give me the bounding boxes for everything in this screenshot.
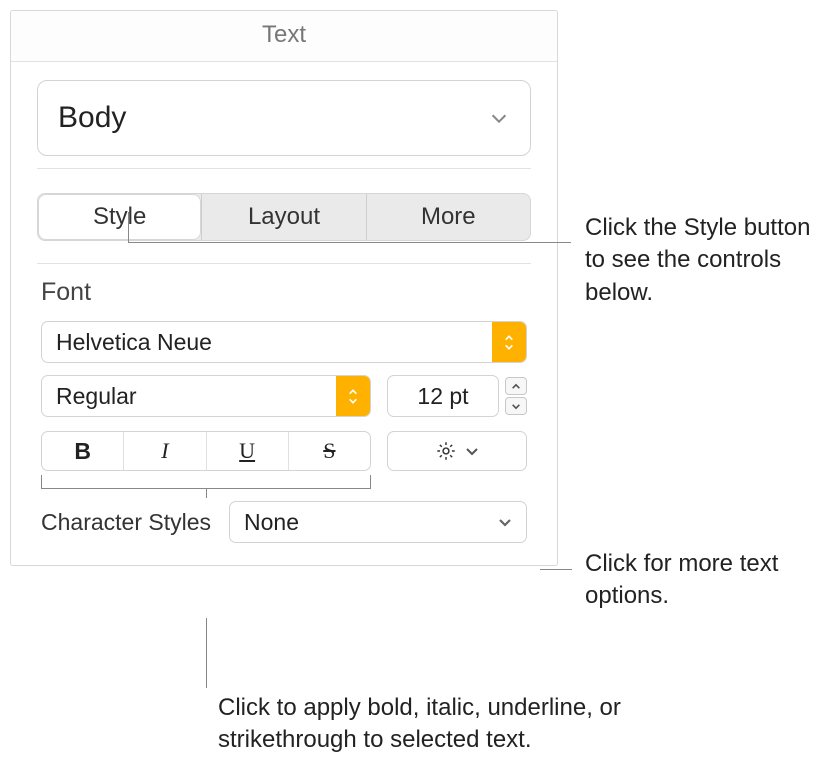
chevron-down-icon: [484, 516, 526, 528]
callout-text: Click to apply bold, italic, underline, …: [218, 692, 678, 757]
advanced-text-options-button[interactable]: [387, 431, 527, 471]
chevron-up-icon: [511, 383, 521, 390]
callout-leader: [206, 618, 207, 688]
font-size-control: 12 pt: [387, 375, 527, 417]
callout-text: Click the Style button to see the contro…: [585, 212, 815, 309]
chevron-down-icon: [488, 107, 510, 129]
popup-stepper-icon: [336, 376, 370, 416]
character-styles-select[interactable]: None: [229, 501, 527, 543]
popup-stepper-icon: [492, 322, 526, 362]
font-family-select[interactable]: Helvetica Neue: [41, 321, 527, 363]
chevron-down-icon: [511, 403, 521, 410]
font-size-down-button[interactable]: [505, 397, 527, 415]
font-typeface-value: Regular: [42, 383, 336, 410]
font-size-stepper: [505, 375, 527, 417]
font-family-value: Helvetica Neue: [42, 329, 492, 356]
italic-button[interactable]: I: [124, 432, 206, 470]
font-section: Helvetica Neue Regular 12 pt: [11, 315, 557, 565]
gear-icon: [435, 440, 457, 462]
callout-bracket: [41, 475, 371, 489]
font-section-label: Font: [11, 264, 557, 315]
tab-layout[interactable]: Layout: [202, 194, 365, 240]
panel-title: Text: [11, 11, 557, 62]
callout-leader: [128, 242, 571, 243]
paragraph-style-section: Body: [11, 62, 557, 168]
callout-text: Click for more text options.: [585, 548, 810, 613]
font-size-field[interactable]: 12 pt: [387, 375, 499, 417]
tabs-row: Style Layout More: [11, 169, 557, 263]
callout-leader: [128, 212, 129, 242]
tab-more[interactable]: More: [367, 194, 530, 240]
tab-style[interactable]: Style: [38, 194, 201, 240]
paragraph-style-value: Body: [58, 101, 126, 135]
character-styles-label: Character Styles: [41, 509, 211, 536]
underline-button[interactable]: U: [207, 432, 289, 470]
format-tabs: Style Layout More: [37, 193, 531, 241]
text-style-group: B I U S: [41, 431, 371, 471]
chevron-down-icon: [465, 446, 479, 456]
text-format-panel: Text Body Style Layout More Font Helveti…: [10, 10, 558, 566]
bold-button[interactable]: B: [42, 432, 124, 470]
callout-leader: [540, 569, 572, 570]
paragraph-style-select[interactable]: Body: [37, 80, 531, 156]
character-styles-value: None: [230, 509, 484, 536]
font-size-up-button[interactable]: [505, 377, 527, 395]
strikethrough-button[interactable]: S: [289, 432, 370, 470]
font-typeface-select[interactable]: Regular: [41, 375, 371, 417]
